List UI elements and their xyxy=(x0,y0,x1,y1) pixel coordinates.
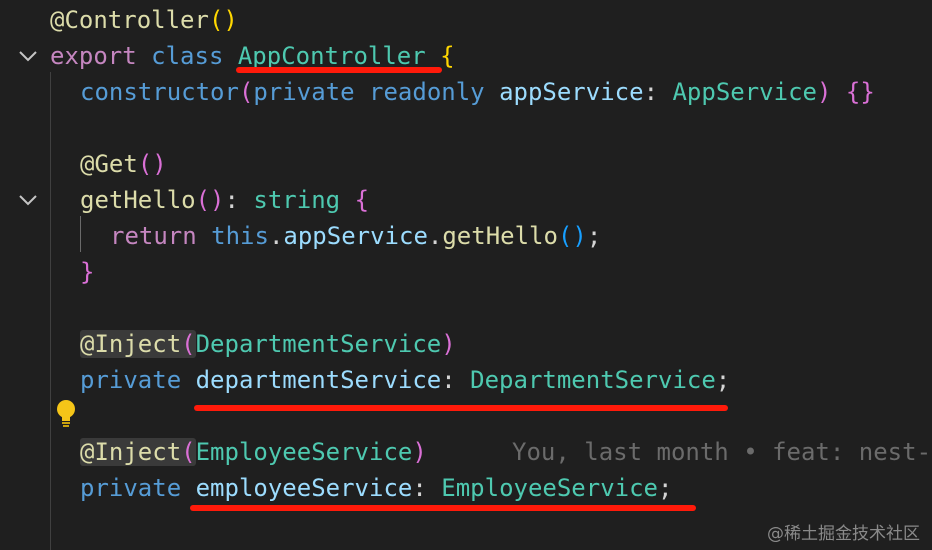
colon: : xyxy=(224,186,239,214)
decorator-at: @ xyxy=(80,438,95,466)
brace-open: { xyxy=(354,186,370,214)
code-line-14[interactable]: private employeeService: EmployeeService… xyxy=(0,470,932,506)
inject-arg: EmployeeService xyxy=(195,438,413,466)
code-line-8[interactable]: } xyxy=(0,254,932,290)
brace-open: { xyxy=(440,42,455,70)
colon: : xyxy=(441,366,456,394)
return-type: string xyxy=(253,186,341,214)
class-name: AppController xyxy=(237,42,426,70)
decorator-inject: Inject xyxy=(94,438,182,466)
annotation-underline-class-name xyxy=(236,67,442,73)
paren: () xyxy=(195,186,225,214)
type-employee-service: EmployeeService xyxy=(441,474,659,502)
decorator-at: @ xyxy=(50,6,65,34)
code-line-11[interactable]: private departmentService: DepartmentSer… xyxy=(0,362,932,398)
annotation-underline-employee-service xyxy=(190,505,696,511)
keyword-return: return xyxy=(110,222,197,250)
keyword-export: export xyxy=(50,42,137,70)
paren-open: ( xyxy=(181,438,196,466)
lightbulb-icon[interactable] xyxy=(55,399,77,429)
paren: () xyxy=(557,222,587,250)
paren: () xyxy=(208,6,238,34)
decorator-at: @ xyxy=(80,150,95,178)
param-name: appService xyxy=(499,78,644,106)
dot: . xyxy=(268,222,284,250)
keyword-this: this xyxy=(211,222,269,250)
decorator-get: Get xyxy=(94,150,138,178)
code-editor[interactable]: @Controller() export class AppController… xyxy=(0,0,932,550)
code-line-1[interactable]: @Controller() xyxy=(0,2,932,38)
keyword-private: private xyxy=(253,78,355,106)
semicolon: ; xyxy=(658,474,673,502)
paren-open: ( xyxy=(238,78,254,106)
brace-close: } xyxy=(80,258,95,286)
param-type: AppService xyxy=(672,78,817,106)
decorator-at: @ xyxy=(80,330,95,358)
code-line-13[interactable]: @Inject(EmployeeService) You, last month… xyxy=(0,434,932,470)
decorator-controller: Controller xyxy=(64,6,209,34)
decorator-inject: Inject xyxy=(94,330,182,358)
code-line-2[interactable]: export class AppController { xyxy=(0,38,932,74)
call-get-hello: getHello xyxy=(442,222,558,250)
chevron-down-icon[interactable] xyxy=(18,49,38,63)
chevron-down-icon[interactable] xyxy=(18,193,38,207)
keyword-constructor: constructor xyxy=(80,78,239,106)
paren-close: ) xyxy=(441,330,456,358)
code-line-7[interactable]: return this.appService.getHello(); xyxy=(0,218,932,254)
paren-open: ( xyxy=(181,330,196,358)
colon: : xyxy=(643,78,659,106)
semicolon: ; xyxy=(586,222,602,250)
colon: : xyxy=(412,474,427,502)
paren-close: ) xyxy=(412,438,427,466)
watermark: @稀土掘金技术社区 xyxy=(767,524,920,544)
method-name: getHello xyxy=(80,186,196,214)
annotation-underline-department-service xyxy=(194,405,728,411)
code-line-3[interactable]: constructor(private readonly appService:… xyxy=(0,74,932,110)
semicolon: ; xyxy=(715,366,731,394)
keyword-readonly: readonly xyxy=(369,78,485,106)
inject-arg: DepartmentService xyxy=(195,330,442,358)
empty-body: {} xyxy=(845,78,875,106)
paren-close: ) xyxy=(816,78,832,106)
dot: . xyxy=(427,222,443,250)
property-app-service: appService xyxy=(283,222,428,250)
property-employee-service: employeeService xyxy=(195,474,413,502)
paren: () xyxy=(137,150,167,178)
code-line-5[interactable]: @Get() xyxy=(0,146,932,182)
keyword-class: class xyxy=(151,42,224,70)
keyword-private: private xyxy=(80,366,182,394)
code-line-10[interactable]: @Inject(DepartmentService) xyxy=(0,326,932,362)
keyword-private: private xyxy=(80,474,182,502)
git-blame-annotation: You, last month • feat: nest- xyxy=(512,438,932,466)
code-line-6[interactable]: getHello(): string { xyxy=(0,182,932,218)
type-department-service: DepartmentService xyxy=(470,366,716,394)
property-department-service: departmentService xyxy=(195,366,442,394)
